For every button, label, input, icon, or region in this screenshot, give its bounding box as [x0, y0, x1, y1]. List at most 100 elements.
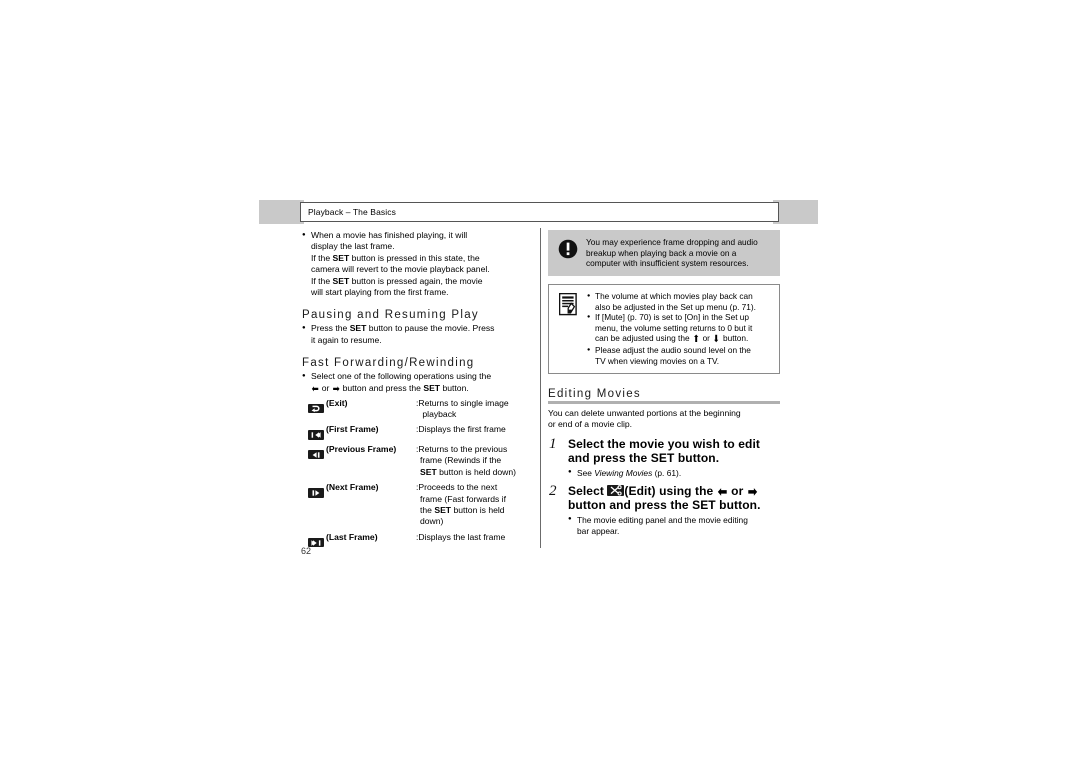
editing-intro-l2: or end of a movie clip. — [548, 418, 633, 429]
operation-row-first-frame: (First Frame) :Displays the first frame — [302, 424, 530, 444]
page-number: 62 — [301, 546, 312, 556]
operation-desc-first-frame: :Displays the first frame — [416, 424, 506, 435]
operation-row-next-frame: (Next Frame) :Proceeds to the next frame… — [302, 482, 530, 528]
exit-desc-1: :Returns to single image — [416, 397, 509, 408]
left-column: When a movie has finished playing, it wi… — [302, 229, 530, 552]
prev-desc-2: frame (Rewinds if the — [420, 455, 502, 466]
intro-bullet: When a movie has finished playing, it wi… — [302, 229, 530, 298]
right-column: You may experience frame dropping and au… — [548, 230, 780, 537]
intro-line-4: camera will revert to the movie playback… — [311, 264, 490, 275]
caution-line-2: breakup when playing back a movie on a — [586, 247, 737, 258]
fastforward-line-2a: or — [321, 382, 332, 393]
step-1-sub-italic: Viewing Movies — [594, 467, 653, 478]
exit-desc-2: playback — [422, 409, 457, 420]
heading-pausing-resuming: Pausing and Resuming Play — [302, 309, 479, 322]
step-1-title-l2: and press the SET button. — [568, 451, 720, 466]
next-desc-3: the SET button is held — [420, 505, 505, 515]
next-desc-4: down) — [420, 516, 444, 527]
operation-name-next-frame: (Next Frame) — [326, 482, 379, 493]
info-b2-l3b: or — [700, 333, 713, 344]
up-arrow-icon: ⬆ — [692, 334, 700, 346]
step-2: 2 Select (Edit) using the ⬅ or ➡ button … — [548, 482, 780, 537]
intro-line-1: When a movie has finished playing, it wi… — [311, 230, 468, 240]
step-2-sub: The movie editing panel and the movie ed… — [568, 514, 780, 537]
operation-row-previous-frame: (Previous Frame) :Returns to the previou… — [302, 444, 530, 478]
left-arrow-icon: ⬅ — [311, 383, 319, 395]
step-2-title-l2: button and press the SET button. — [568, 498, 761, 513]
heading-rule — [548, 400, 780, 404]
exclamation-icon — [558, 239, 578, 259]
intro-line-6: will start playing from the first frame. — [311, 287, 449, 298]
step-2-number: 2 — [549, 482, 557, 499]
step-1: 1 Select the movie you wish to edit and … — [548, 435, 780, 479]
step-2-sub-l1: The movie editing panel and the movie ed… — [577, 514, 748, 525]
operation-desc-next-frame: :Proceeds to the next frame (Fast forwar… — [416, 482, 530, 528]
step-2-title-mid: or — [727, 483, 747, 498]
info-b2-l1: If [Mute] (p. 70) is set to [On] in the … — [595, 312, 750, 323]
prev-desc-1: :Returns to the previous — [416, 443, 508, 454]
operation-name-first-frame: (First Frame) — [326, 424, 379, 435]
previous-frame-icon — [302, 444, 326, 464]
exit-icon — [302, 398, 326, 418]
step-1-title: Select the movie you wish to edit and pr… — [568, 437, 780, 466]
info-b3-l2: TV when viewing movies on a TV. — [595, 355, 720, 366]
step-1-title-l1: Select the movie you wish to edit — [568, 436, 761, 451]
info-bullet-2: If [Mute] (p. 70) is set to [On] in the … — [587, 312, 773, 345]
operations-table: (Exit) :Returns to single image playback — [302, 398, 530, 552]
heading-editing-movies: Editing Movies — [548, 387, 641, 400]
pausing-line-1: Press the SET button to pause the movie.… — [311, 323, 495, 334]
step-1-number: 1 — [549, 435, 557, 452]
heading-fast-forwarding: Fast Forwarding/Rewinding — [302, 357, 475, 370]
editing-intro-l1: You can delete unwanted portions at the … — [548, 407, 741, 418]
manual-page: Playback – The Basics When a movie has f… — [0, 0, 1080, 763]
operation-name-previous-frame: (Previous Frame) — [326, 443, 397, 454]
editing-intro: You can delete unwanted portions at the … — [548, 408, 780, 430]
info-b3-l1: Please adjust the audio sound level on t… — [595, 345, 751, 356]
fastforward-bullet: Select one of the following operations u… — [302, 371, 530, 394]
first-frame-icon — [302, 424, 326, 444]
prev-desc-3: SET button is held down) — [420, 466, 517, 477]
step-2-sub-l2: bar appear. — [577, 525, 620, 536]
operation-row-exit: (Exit) :Returns to single image playback — [302, 398, 530, 421]
info-note: The volume at which movies play back can… — [548, 284, 780, 374]
operation-row-last-frame: (Last Frame) :Displays the last frame — [302, 532, 530, 552]
info-note-body: The volume at which movies play back can… — [587, 290, 773, 367]
down-arrow-icon: ⬇ — [712, 334, 721, 346]
step-2-title-part2: (Edit) using the — [624, 483, 717, 498]
operation-desc-last-frame: :Displays the last frame — [416, 531, 506, 542]
next-desc-1: :Proceeds to the next — [416, 482, 498, 493]
column-divider — [540, 228, 541, 548]
info-bullet-3: Please adjust the audio sound level on t… — [587, 345, 773, 366]
next-frame-icon — [302, 482, 326, 502]
caution-note: You may experience frame dropping and au… — [548, 230, 780, 276]
next-desc-2: frame (Fast forwards if — [420, 493, 506, 504]
operation-desc-exit: :Returns to single image playback — [416, 398, 530, 421]
note-document-icon — [558, 292, 581, 319]
left-arrow-icon-step2: ⬅ — [717, 483, 727, 499]
info-b2-l3c: button. — [720, 333, 749, 344]
caution-line-1: You may experience frame dropping and au… — [586, 237, 758, 247]
caution-line-3: computer with insufficient system resour… — [586, 258, 749, 269]
fastforward-line-2b: button and press the SET button. — [342, 382, 469, 393]
running-head-bar: Playback – The Basics — [300, 202, 779, 222]
right-arrow-icon: ➡ — [332, 383, 340, 395]
scissors-edit-icon — [607, 484, 625, 496]
running-head-text: Playback – The Basics — [308, 207, 396, 217]
step-1-sub: See Viewing Movies (p. 61). — [568, 467, 780, 479]
step-1-sub-suffix: (p. 61). — [652, 467, 682, 478]
gray-block-right — [773, 200, 818, 224]
step-1-sub-prefix: See — [577, 467, 595, 478]
info-b1-l1: The volume at which movies play back can — [595, 291, 753, 301]
step-2-title: Select (Edit) using the ⬅ or ➡ button an… — [568, 484, 780, 513]
operation-desc-previous-frame: :Returns to the previous frame (Rewinds … — [416, 444, 530, 478]
fastforward-line-1: Select one of the following operations u… — [311, 371, 492, 382]
info-b2-l2: menu, the volume setting returns to 0 bu… — [595, 322, 753, 333]
right-arrow-icon-step2: ➡ — [747, 483, 758, 499]
intro-line-2: display the last frame. — [311, 241, 395, 252]
info-b2-l3a: can be adjusted using the — [595, 333, 692, 344]
operation-name-exit: (Exit) — [326, 397, 348, 408]
info-bullet-1: The volume at which movies play back can… — [587, 290, 773, 312]
gray-block-left — [259, 200, 304, 224]
operation-name-last-frame: (Last Frame) — [326, 531, 378, 542]
pausing-bullet: Press the SET button to pause the movie.… — [302, 323, 530, 346]
